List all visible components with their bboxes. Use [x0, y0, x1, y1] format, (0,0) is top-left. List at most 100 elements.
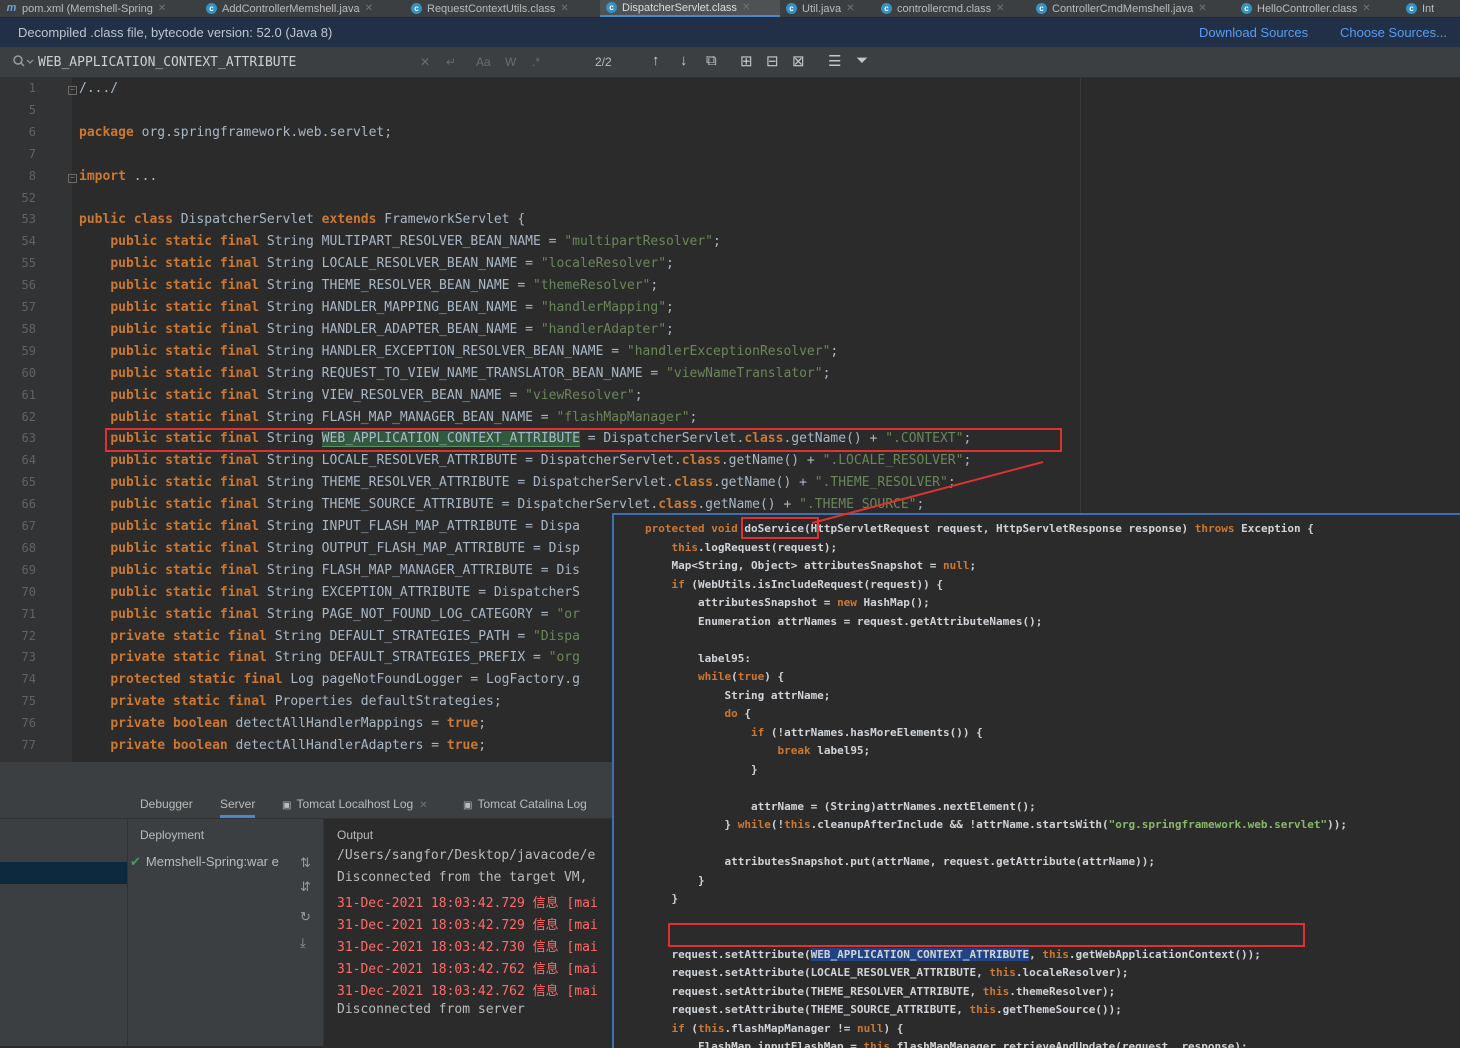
tab-tomcat-localhost-log[interactable]: ▣ Tomcat Localhost Log ✕ [282, 797, 428, 811]
editor-tab[interactable]: c AddControllerMemshell.java ✕ [200, 0, 405, 17]
code-line[interactable]: private boolean detectAllHandlerAdapters… [79, 738, 486, 753]
overlay-code-line: label95: [645, 651, 751, 665]
update-icon[interactable]: ⤓ [300, 935, 306, 951]
editor-tab-label: controllercmd.class [897, 2, 992, 15]
add-selection-icon[interactable]: ⊞ [740, 52, 753, 70]
code-line[interactable]: public static final String THEME_SOURCE_… [79, 497, 924, 512]
editor-tab[interactable]: c DispatcherServlet.class ✕ [600, 0, 780, 17]
editor-tab[interactable]: c ControllerCmdMemshell.java ✕ [1030, 0, 1235, 17]
annotation-box-constant [105, 428, 1062, 452]
editor-tab[interactable]: c Int [1400, 0, 1450, 17]
code-line[interactable]: public static final String MULTIPART_RES… [79, 234, 721, 249]
refresh-icon[interactable]: ↻ [300, 909, 311, 925]
code-line[interactable]: public static final String THEME_RESOLVE… [79, 278, 658, 293]
line-number: 77 [21, 738, 36, 752]
code-line[interactable]: /.../ [79, 81, 118, 96]
remove-selection-icon[interactable]: ⊟ [766, 52, 779, 70]
code-line[interactable]: public static final String INPUT_FLASH_M… [79, 519, 580, 534]
selection-strip [0, 862, 127, 884]
overlay-code-line: Map<String, Object> attributesSnapshot =… [645, 559, 977, 572]
deploy-icon[interactable]: ⇅ [300, 855, 311, 871]
deployment-item[interactable]: ✔ Memshell-Spring:war e [130, 854, 279, 870]
close-tab-icon[interactable]: ✕ [1362, 3, 1370, 14]
code-line[interactable]: package org.springframework.web.servlet; [79, 125, 392, 140]
editor-tab-label: HelloController.class [1257, 2, 1358, 15]
download-sources-link[interactable]: Download Sources [1199, 25, 1308, 40]
new-line-icon[interactable]: ↵ [446, 55, 456, 69]
close-tab-icon[interactable]: ✕ [846, 3, 854, 14]
code-line[interactable]: public static final String VIEW_RESOLVER… [79, 388, 642, 403]
code-line[interactable]: private static final Properties defaultS… [79, 694, 501, 709]
doservice-code-overlay: protected void doService(HttpServletRequ… [612, 513, 1460, 1048]
code-line[interactable]: public static final String HANDLER_MAPPI… [79, 300, 674, 315]
overlay-code-line: request.setAttribute(THEME_SOURCE_ATTRIB… [645, 1003, 1122, 1016]
code-line[interactable]: public class DispatcherServlet extends F… [79, 212, 525, 227]
line-number: 72 [21, 628, 36, 643]
decompiled-banner-text: Decompiled .class file, bytecode version… [18, 25, 333, 40]
deployment-item-label: Memshell-Spring:war e [145, 854, 279, 869]
line-number: 71 [21, 606, 36, 621]
match-case-toggle[interactable]: Aa [476, 55, 491, 69]
tab-server[interactable]: Server [220, 797, 256, 818]
code-line[interactable]: public static final String EXCEPTION_ATT… [79, 585, 580, 600]
overlay-code-line: } [645, 873, 705, 887]
code-line[interactable]: protected static final Log pageNotFoundL… [79, 672, 580, 687]
close-tab-icon[interactable]: ✕ [996, 3, 1004, 14]
code-line[interactable]: public static final String HANDLER_ADAPT… [79, 322, 674, 337]
close-tab-icon[interactable]: ✕ [560, 3, 568, 14]
check-icon: ✔ [130, 854, 141, 869]
undeploy-icon[interactable]: ⇵ [300, 879, 311, 895]
overlay-code-line: FlashMap inputFlashMap = this.flashMapMa… [645, 1040, 1248, 1048]
editor-tab[interactable]: m pom.xml (Memshell-Spring ✕ [0, 0, 200, 17]
close-tab-icon[interactable]: ✕ [1198, 3, 1206, 14]
editor-tab[interactable]: c HelloController.class ✕ [1235, 0, 1400, 17]
select-all-occurrences-icon[interactable]: ⧉ [706, 52, 717, 69]
code-line[interactable]: public static final String FLASH_MAP_MAN… [79, 410, 697, 425]
tab-debugger[interactable]: Debugger [140, 797, 193, 811]
close-tab-icon[interactable]: ✕ [742, 2, 750, 13]
code-line[interactable]: public static final String THEME_RESOLVE… [79, 475, 955, 490]
close-tab-icon[interactable]: ✕ [158, 3, 166, 14]
line-number: 73 [21, 650, 36, 665]
editor-tab[interactable]: c controllercmd.class ✕ [875, 0, 1030, 17]
multiline-icon[interactable]: ☰ [828, 52, 841, 70]
code-line[interactable]: public static final String REQUEST_TO_VI… [79, 366, 830, 381]
class-icon: c [206, 3, 217, 14]
tab-tomcat-catalina-log[interactable]: ▣ Tomcat Catalina Log [463, 797, 587, 811]
search-input[interactable]: WEB_APPLICATION_CONTEXT_ATTRIBUTE [38, 55, 296, 70]
clear-search-icon[interactable]: ✕ [420, 55, 430, 69]
line-number: 57 [21, 300, 36, 314]
code-line[interactable]: public static final String LOCALE_RESOLV… [79, 256, 674, 271]
next-match-icon[interactable]: ↓ [680, 52, 688, 69]
overlay-code-line: while(true) { [697, 670, 785, 683]
overlay-code-line: attributesSnapshot = new HashMap(); [645, 596, 930, 609]
close-tab-icon[interactable]: ✕ [365, 3, 373, 14]
line-number: 6 [28, 124, 36, 139]
whole-words-toggle[interactable]: W [505, 55, 516, 69]
class-icon: c [881, 3, 892, 14]
console-icon: ▣ [463, 800, 473, 811]
code-line[interactable]: import ... [79, 169, 157, 184]
overlay-code-line: break label95; [777, 744, 871, 757]
line-number: 67 [21, 519, 36, 533]
editor-tab[interactable]: c Util.java ✕ [780, 0, 875, 17]
code-line[interactable]: private static final String DEFAULT_STRA… [79, 629, 580, 644]
previous-match-icon[interactable]: ↑ [652, 52, 660, 69]
code-line[interactable]: public static final String LOCALE_RESOLV… [79, 453, 971, 468]
close-icon[interactable]: ✕ [419, 800, 427, 811]
code-line[interactable]: private boolean detectAllHandlerMappings… [79, 716, 486, 731]
code-line[interactable]: private static final String DEFAULT_STRA… [79, 650, 580, 665]
choose-sources-link[interactable]: Choose Sources... [1340, 25, 1447, 40]
line-number: 59 [21, 343, 36, 358]
select-all-matches-icon[interactable]: ⊠ [792, 52, 805, 70]
class-icon: c [1241, 3, 1252, 14]
code-line[interactable]: public static final String FLASH_MAP_MAN… [79, 563, 580, 578]
code-line[interactable]: public static final String HANDLER_EXCEP… [79, 344, 838, 359]
class-icon: c [411, 3, 422, 14]
regex-toggle[interactable]: .* [532, 55, 540, 69]
search-icon[interactable] [12, 54, 34, 73]
filter-icon[interactable]: ⏷ [856, 52, 868, 69]
editor-tab[interactable]: c RequestContextUtils.class ✕ [405, 0, 600, 17]
code-line[interactable]: public static final String PAGE_NOT_FOUN… [79, 607, 580, 622]
code-line[interactable]: public static final String OUTPUT_FLASH_… [79, 541, 580, 556]
